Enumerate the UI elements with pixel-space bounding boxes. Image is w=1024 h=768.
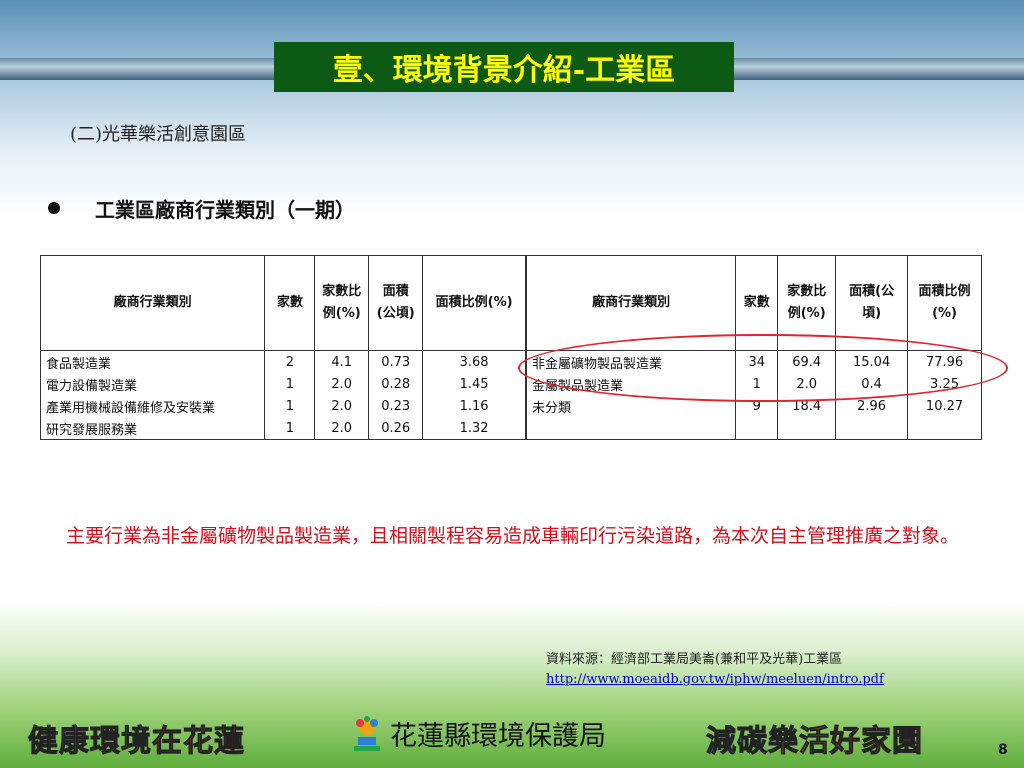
cell-count: 1 — [264, 417, 316, 440]
cell-category: 產業用機械設備維修及安裝業 — [39, 395, 266, 417]
cell-count-ratio: 2.0 — [314, 373, 370, 395]
slogan-left-part: 健康 — [28, 724, 90, 760]
cell-area-ratio: 3.68 — [422, 350, 526, 373]
cell-area: 0.23 — [368, 395, 424, 417]
table-row: 研究發展服務業 1 2.0 0.26 1.32 — [39, 417, 526, 440]
table-row — [525, 417, 982, 440]
table-row: 電力設備製造業 1 2.0 0.28 1.45 — [39, 373, 526, 395]
cell-category: 研究發展服務業 — [39, 417, 266, 440]
header-count: 家數 — [264, 255, 316, 351]
cell-count-ratio: 4.1 — [314, 350, 370, 373]
slogan-right-part: 好家園 — [830, 724, 923, 760]
industry-table-left: 廠商行業類別 家數 家數比例(%) 面積(公頃) 面積比例(%) 食品製造業 2… — [39, 255, 526, 440]
cell-empty — [907, 417, 982, 440]
cell-category: 電力設備製造業 — [39, 373, 266, 395]
header-category: 廠商行業類別 — [39, 255, 266, 351]
highlight-ellipse — [518, 334, 1008, 402]
slogan-left-part: 在花蓮 — [152, 724, 245, 760]
cell-area: 0.26 — [368, 417, 424, 440]
slogan-left-part: 環境 — [90, 724, 152, 760]
cell-empty — [735, 417, 779, 440]
cell-count: 1 — [264, 395, 316, 417]
source-link[interactable]: http://www.moeaidb.gov.tw/iphw/meeluen/i… — [546, 672, 884, 687]
page-number: 8 — [998, 742, 1008, 758]
title-box: 壹、環境背景介紹-工業區 — [274, 42, 734, 92]
cell-area-ratio: 10.27 — [907, 395, 982, 417]
cell-empty — [525, 417, 737, 440]
section-heading: 工業區廠商行業類別（一期） — [95, 198, 355, 222]
source-label: 資料來源：經濟部工業局美崙(兼和平及光華)工業區 — [546, 652, 843, 667]
header-area: 面積(公頃) — [368, 255, 424, 351]
source-block: 資料來源：經濟部工業局美崙(兼和平及光華)工業區 http://www.moea… — [546, 650, 884, 690]
cell-area: 0.28 — [368, 373, 424, 395]
cell-area-ratio: 1.32 — [422, 417, 526, 440]
table-row: 產業用機械設備維修及安裝業 1 2.0 0.23 1.16 — [39, 395, 526, 417]
cell-count: 1 — [264, 373, 316, 395]
table-header-row: 廠商行業類別 家數 家數比例(%) 面積(公頃) 面積比例(%) — [39, 255, 526, 351]
page-title: 壹、環境背景介紹-工業區 — [332, 53, 676, 88]
cell-empty — [777, 417, 837, 440]
agency-logo-icon — [350, 715, 384, 753]
bullet-icon — [48, 202, 60, 214]
cell-count-ratio: 2.0 — [314, 395, 370, 417]
cell-count-ratio: 2.0 — [314, 417, 370, 440]
summary-note: 主要行業為非金屬礦物製品製造業，且相關製程容易造成車輛印行污染道路，為本次自主管… — [66, 525, 960, 547]
cell-count: 2 — [264, 350, 316, 373]
agency-block: 花蓮縣環境保護局 — [350, 714, 606, 753]
sky-background — [0, 0, 1024, 220]
header-area-ratio: 面積比例(%) — [422, 255, 526, 351]
cell-area: 0.73 — [368, 350, 424, 373]
slogan-left: 健康環境在花蓮 — [28, 716, 245, 760]
slogan-right-part: 樂活 — [768, 724, 830, 760]
agency-name: 花蓮縣環境保護局 — [390, 721, 606, 752]
header-area-ratio: 面積比例(%) — [907, 255, 982, 351]
slogan-right-part: 減碳 — [706, 724, 768, 760]
cell-category: 食品製造業 — [39, 350, 266, 373]
cell-area-ratio: 1.16 — [422, 395, 526, 417]
cell-empty — [835, 417, 909, 440]
header-count-ratio: 家數比例(%) — [314, 255, 370, 351]
cell-area-ratio: 1.45 — [422, 373, 526, 395]
table-row: 食品製造業 2 4.1 0.73 3.68 — [39, 350, 526, 373]
subtitle: (二)光華樂活創意園區 — [70, 124, 247, 145]
slogan-right: 減碳樂活好家園 — [706, 716, 923, 760]
